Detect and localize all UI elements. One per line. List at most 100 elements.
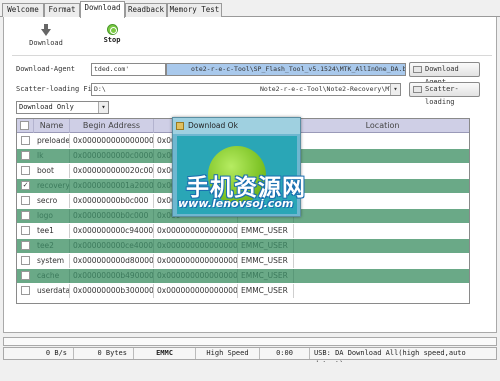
status-mode: High Speed — [196, 348, 260, 359]
scatter-loading-button-label: Scatter-loading — [425, 85, 459, 106]
download-label: Download — [29, 39, 63, 47]
location[interactable] — [294, 254, 469, 268]
tab-format[interactable]: Format — [44, 3, 80, 17]
location[interactable] — [294, 149, 469, 163]
location[interactable] — [294, 269, 469, 283]
row-checkbox[interactable] — [21, 136, 30, 145]
dialog-title-bar[interactable]: Download Ok — [173, 118, 300, 134]
folder-icon — [413, 66, 422, 73]
partition-name: boot — [34, 164, 70, 178]
tab-download[interactable]: Download — [80, 1, 125, 18]
table-row[interactable]: tee1 0x000000000c940000 0x00000000000000… — [17, 224, 469, 238]
tab-memory-test[interactable]: Memory Test — [167, 3, 222, 17]
row-checkbox[interactable]: ✓ — [21, 181, 30, 190]
region: EMMC_USER — [238, 239, 294, 253]
scatter-label: Scatter-loading File — [16, 85, 101, 93]
partition-name: tee1 — [34, 224, 70, 238]
end-address: 0x0000000000000000 — [154, 284, 238, 298]
tab-welcome[interactable]: Welcome — [2, 3, 44, 17]
scatter-path: Note2-r-e-c-Tool\Note2-Recovery\MT67 — [260, 85, 401, 93]
location[interactable] — [294, 194, 469, 208]
tab-strip: Welcome Format Download Readback Memory … — [0, 0, 500, 18]
partition-name: lk — [34, 149, 70, 163]
header-name[interactable]: Name — [34, 119, 70, 133]
status-time: 0:00 — [260, 348, 310, 359]
download-agent-path: ote2-r-e-c-Tool\SP_Flash_Tool_v5.1524\MT… — [191, 65, 406, 73]
download-agent-button[interactable]: Download Agent — [409, 62, 480, 86]
region: EMMC_USER — [238, 269, 294, 283]
begin-address: 0x000000000d800000 — [70, 254, 154, 268]
row-checkbox[interactable] — [21, 241, 30, 250]
flash-tool-window: Welcome Format Download Readback Memory … — [0, 0, 500, 381]
begin-address: 0x000000000c940000 — [70, 224, 154, 238]
header-begin-address[interactable]: Begin Address — [70, 119, 154, 133]
stop-label: Stop — [103, 36, 121, 44]
tab-readback[interactable]: Readback — [125, 3, 167, 17]
table-row[interactable]: system 0x000000000d800000 0x000000000000… — [17, 254, 469, 268]
row-checkbox[interactable] — [21, 196, 30, 205]
scatter-loading-button[interactable]: Scatter-loading — [409, 82, 480, 106]
begin-address: 0x00000000b0c000 — [70, 209, 154, 223]
folder-icon — [413, 86, 422, 93]
download-mode-select[interactable]: Download Only ▾ — [16, 101, 109, 114]
scatter-prefix: D:\ — [94, 85, 106, 93]
download-agent-prefix: tded.com' — [91, 63, 166, 76]
partition-name: preloader — [34, 134, 70, 148]
select-all-checkbox[interactable] — [20, 121, 29, 130]
end-address: 0x0000000000000000 — [154, 239, 238, 253]
partition-name: secro — [34, 194, 70, 208]
location[interactable] — [294, 179, 469, 193]
region: EMMC_USER — [238, 224, 294, 238]
row-checkbox[interactable] — [21, 286, 30, 295]
download-button[interactable]: Download — [26, 24, 66, 50]
partition-name: tee2 — [34, 239, 70, 253]
chevron-down-icon[interactable]: ▾ — [98, 102, 108, 113]
toolbar-divider — [12, 55, 492, 56]
partition-name: cache — [34, 269, 70, 283]
begin-address: 0x0000000000c00000 — [70, 149, 154, 163]
location[interactable] — [294, 164, 469, 178]
location[interactable] — [294, 284, 469, 298]
row-checkbox[interactable] — [21, 271, 30, 280]
region: EMMC_USER — [238, 254, 294, 268]
row-checkbox[interactable] — [21, 166, 30, 175]
partition-name: userdata — [34, 284, 70, 298]
download-mode-value: Download Only — [19, 103, 74, 111]
begin-address: 0x000000000ce40000 — [70, 239, 154, 253]
scatter-field[interactable]: D:\ Note2-r-e-c-Tool\Note2-Recovery\MT67… — [91, 83, 401, 96]
status-message: USB: DA Download All(high speed,auto det… — [314, 349, 466, 368]
header-location[interactable]: Location — [294, 119, 469, 133]
location[interactable] — [294, 134, 469, 148]
download-agent-field[interactable]: ote2-r-e-c-Tool\SP_Flash_Tool_v5.1524\MT… — [166, 63, 406, 76]
row-checkbox[interactable] — [21, 211, 30, 220]
window-bottom — [0, 362, 500, 381]
partition-name: recovery — [34, 179, 70, 193]
begin-address: 0x0000000000000000 — [70, 134, 154, 148]
row-checkbox[interactable] — [21, 226, 30, 235]
status-bar: 0 B/s 0 Bytes EMMC High Speed 0:00 USB: … — [3, 347, 497, 368]
region: EMMC_USER — [238, 284, 294, 298]
table-row[interactable]: userdata 0x00000000b3000000 0x0000000000… — [17, 284, 469, 298]
begin-address: 0x00000000b0c000 — [70, 194, 154, 208]
status-bytes: 0 Bytes — [74, 348, 134, 359]
watermark-url: www.lenovsoj.com — [178, 197, 294, 210]
stop-button[interactable]: Stop — [92, 24, 132, 50]
status-speed: 0 B/s — [4, 348, 74, 359]
location[interactable] — [294, 239, 469, 253]
begin-address: 0x00000000b4900000 — [70, 269, 154, 283]
table-row[interactable]: tee2 0x000000000ce40000 0x00000000000000… — [17, 239, 469, 253]
end-address: 0x0000000000000000 — [154, 269, 238, 283]
location[interactable] — [294, 224, 469, 238]
header-check-cell — [17, 119, 34, 133]
partition-name: system — [34, 254, 70, 268]
begin-address: 0x00000000b3000000 — [70, 284, 154, 298]
row-checkbox[interactable] — [21, 256, 30, 265]
location[interactable] — [294, 209, 469, 223]
begin-address: 0x000000000020c0000 — [70, 164, 154, 178]
table-row[interactable]: cache 0x00000000b4900000 0x0000000000000… — [17, 269, 469, 283]
end-address: 0x0000000000000000 — [154, 224, 238, 238]
chevron-down-icon[interactable]: ▾ — [390, 84, 400, 95]
download-agent-label: Download-Agent — [16, 65, 76, 73]
status-storage: EMMC — [134, 348, 196, 359]
row-checkbox[interactable] — [21, 151, 30, 160]
